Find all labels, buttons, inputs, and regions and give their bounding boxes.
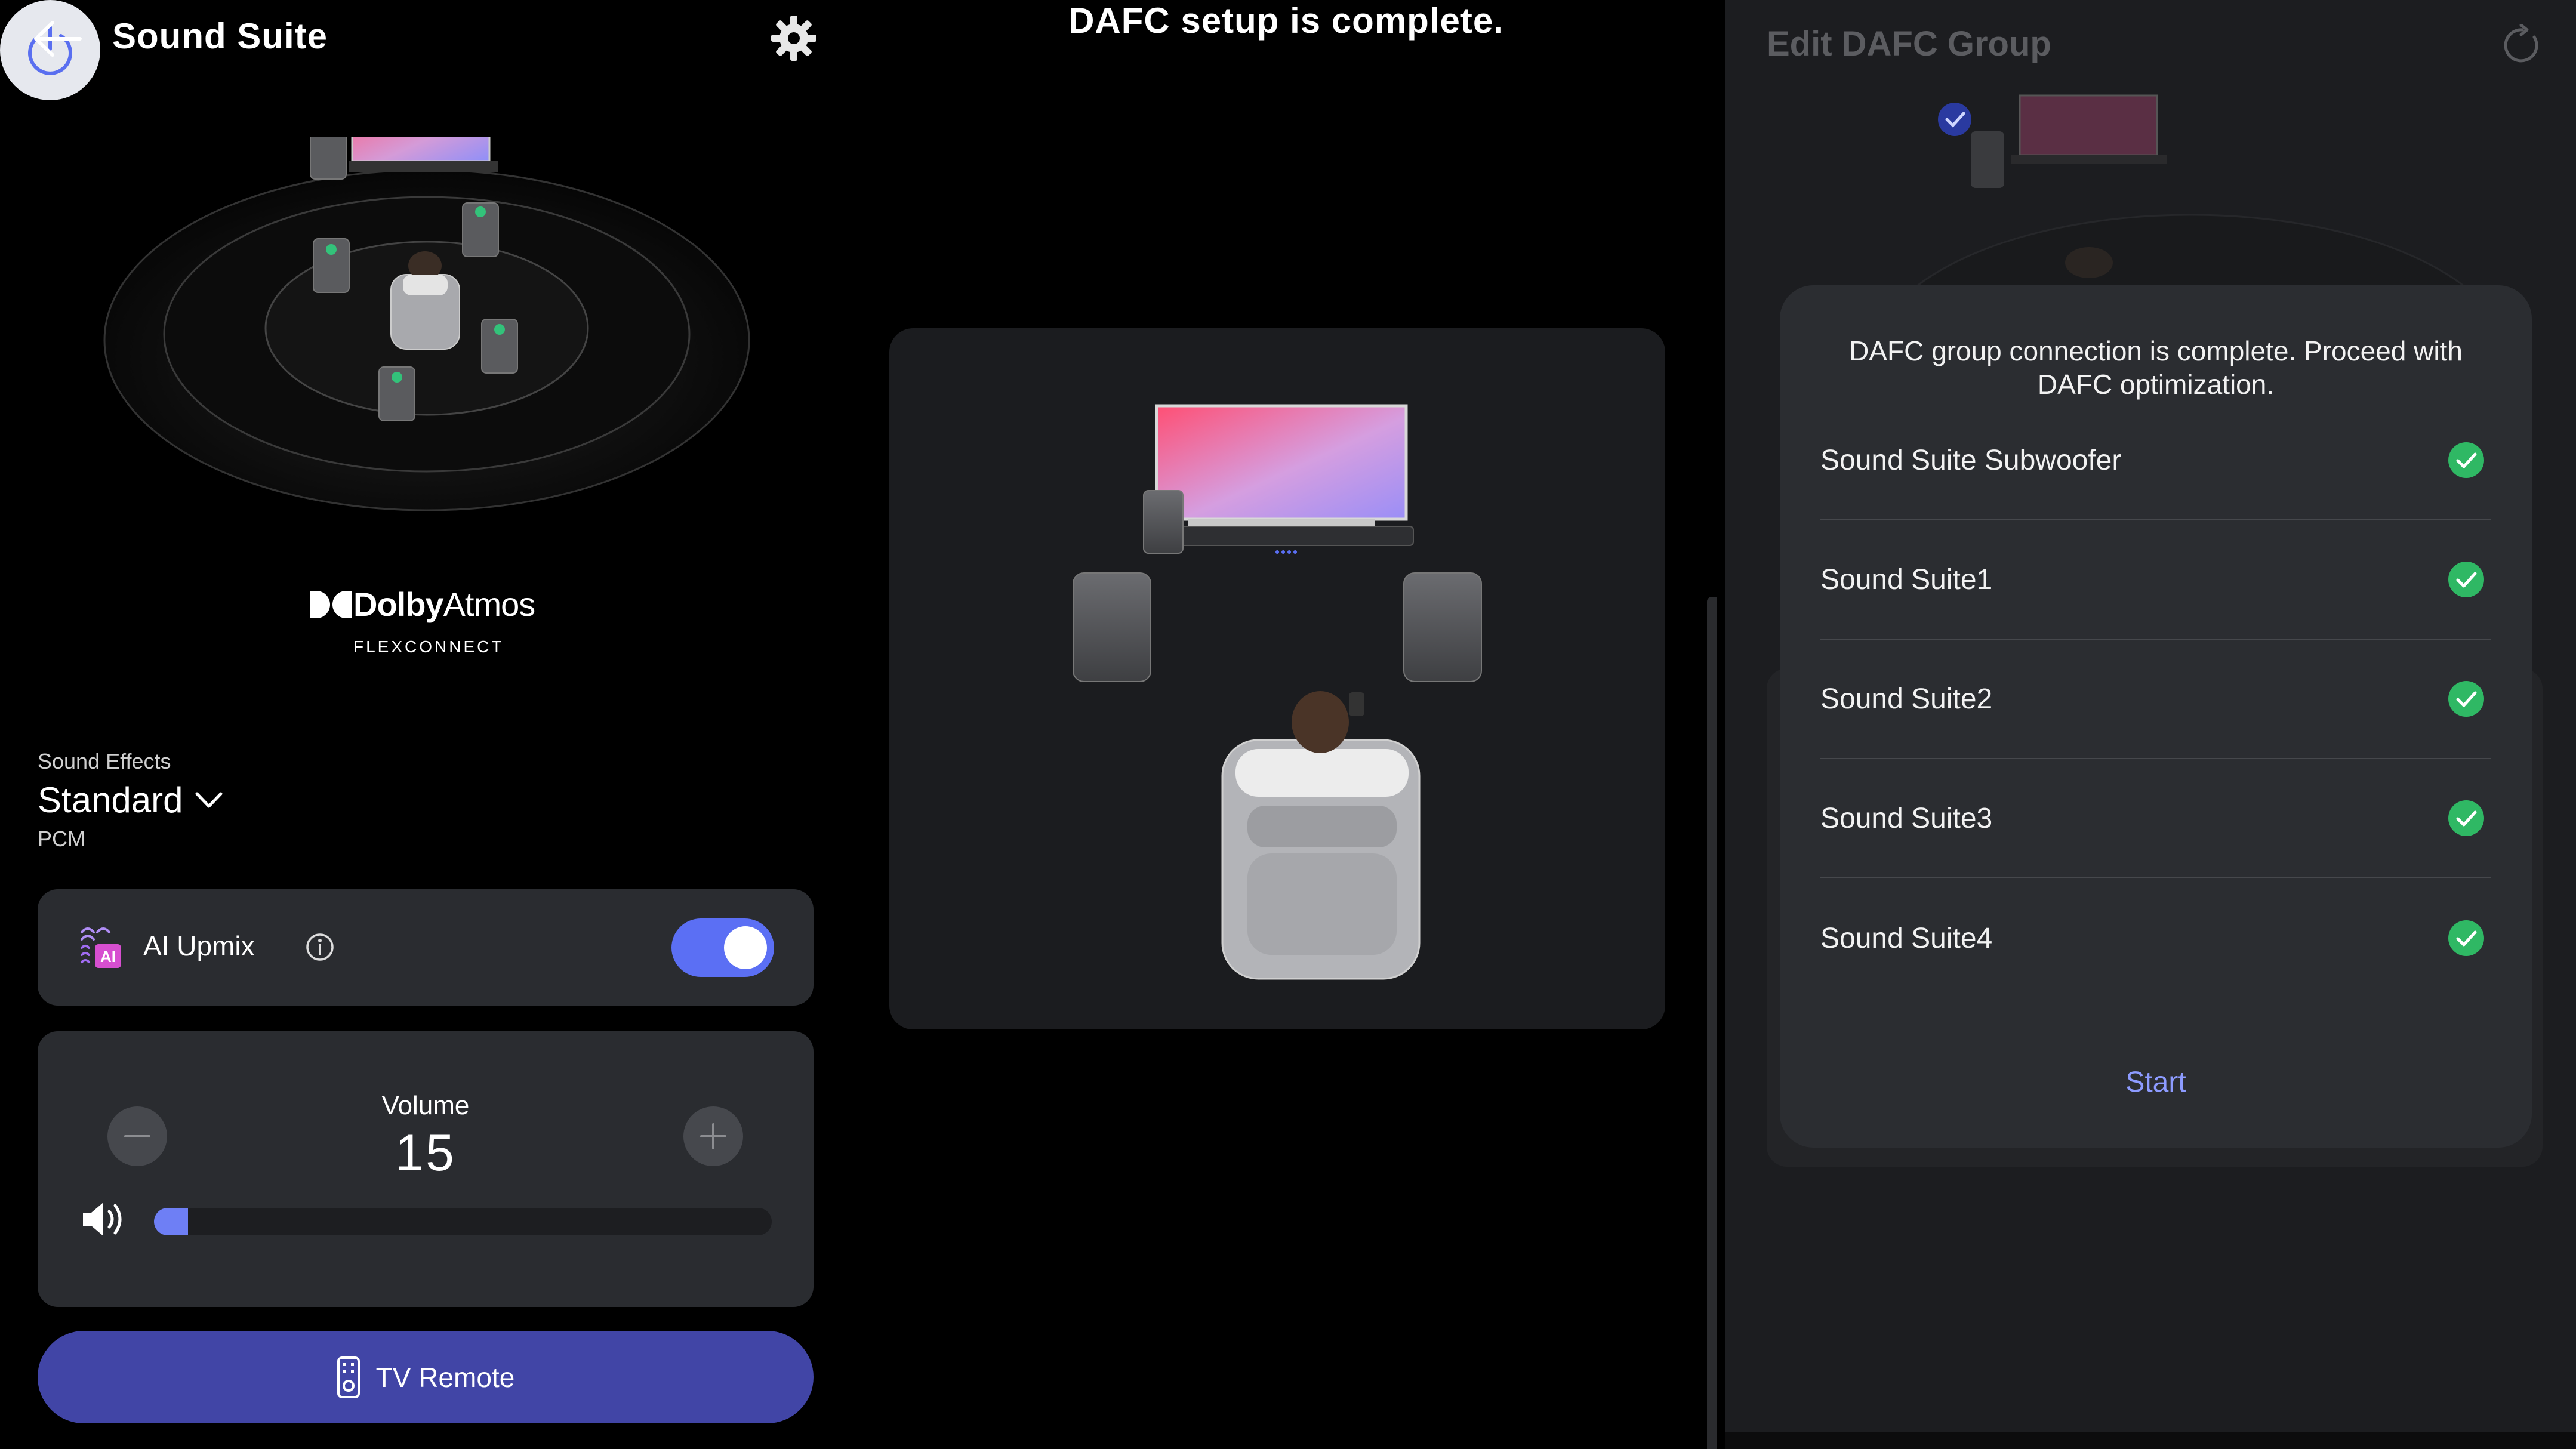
dolby-atmos-logo: DolbyAtmos FLEXCONNECT (310, 585, 543, 656)
sound-effects-value: Standard (38, 780, 183, 820)
volume-slider-fill (154, 1208, 188, 1235)
device-row: Sound Suite3 (1820, 759, 2491, 878)
sound-suite-panel: Sound Suite DolbyAtmos FLEXCONNECT Sound… (0, 0, 848, 1449)
dolby-subtitle: FLEXCONNECT (353, 637, 504, 656)
device-row: Sound Suite4 (1820, 878, 2491, 998)
gear-icon[interactable] (770, 14, 818, 62)
edit-dafc-group-panel: Edit DAFC Group DAFC group connection is… (1725, 0, 2576, 1449)
device-row: Sound Suite Subwoofer (1820, 401, 2491, 520)
dafc-group-dialog: DAFC group connection is complete. Proce… (1780, 285, 2532, 1148)
panel-edge (1707, 597, 1717, 1449)
check-circle-icon (2448, 562, 2484, 597)
check-circle-icon (2448, 920, 2484, 956)
volume-card: Volume 15 (38, 1031, 814, 1307)
toggle-knob (724, 926, 767, 969)
check-circle-icon (2448, 800, 2484, 836)
tv-remote-button[interactable]: TV Remote (38, 1331, 814, 1423)
check-circle-icon (2448, 681, 2484, 717)
device-row: Sound Suite2 (1820, 640, 2491, 759)
tv-remote-label: TV Remote (375, 1361, 515, 1393)
device-row: Sound Suite1 (1820, 520, 2491, 640)
refresh-icon[interactable] (2501, 24, 2544, 67)
setup-complete-panel: DAFC setup is complete. (848, 0, 1725, 1449)
room-setup-illustration (889, 328, 1665, 1029)
speaker-layout-illustration (103, 137, 750, 511)
ai-badge-text: AI (100, 948, 116, 966)
dialog-message: DAFC group connection is complete. Proce… (1849, 335, 2463, 400)
ai-upmix-icon: AI (81, 927, 121, 968)
ai-upmix-label: AI Upmix (143, 930, 255, 961)
volume-up-button[interactable] (683, 1106, 743, 1166)
sound-effects-dropdown[interactable]: Standard (38, 779, 224, 821)
device-name: Sound Suite3 (1820, 802, 1993, 834)
device-name: Sound Suite Subwoofer (1820, 444, 2122, 476)
back-arrow-icon[interactable] (30, 18, 84, 60)
chevron-down-icon (195, 792, 223, 807)
volume-slider[interactable] (154, 1208, 772, 1235)
dimmed-layout-illustration (1902, 94, 2479, 298)
edit-dafc-title: Edit DAFC Group (1767, 24, 2051, 63)
speaker-volume-icon (83, 1203, 122, 1236)
sound-effects-label: Sound Effects (38, 749, 171, 773)
device-name: Sound Suite4 (1820, 922, 1993, 954)
room-layout-graphic (1073, 404, 1482, 980)
dolby-wordmark: DolbyAtmos (353, 585, 535, 623)
device-name: Sound Suite1 (1820, 563, 1993, 596)
plus-icon (700, 1123, 726, 1149)
ai-upmix-card: AI AI Upmix (38, 889, 814, 1006)
audio-format-label: PCM (38, 827, 85, 851)
start-button[interactable]: Start (1780, 1066, 2532, 1099)
remote-control-icon (337, 1356, 360, 1398)
check-circle-icon (2448, 442, 2484, 478)
ai-upmix-toggle[interactable] (671, 918, 774, 977)
info-icon[interactable] (305, 932, 335, 962)
page-title: Sound Suite (112, 16, 328, 56)
setup-complete-title: DAFC setup is complete. (1068, 1, 1504, 41)
dolby-mark-icon (310, 591, 352, 618)
device-name: Sound Suite2 (1820, 683, 1993, 715)
